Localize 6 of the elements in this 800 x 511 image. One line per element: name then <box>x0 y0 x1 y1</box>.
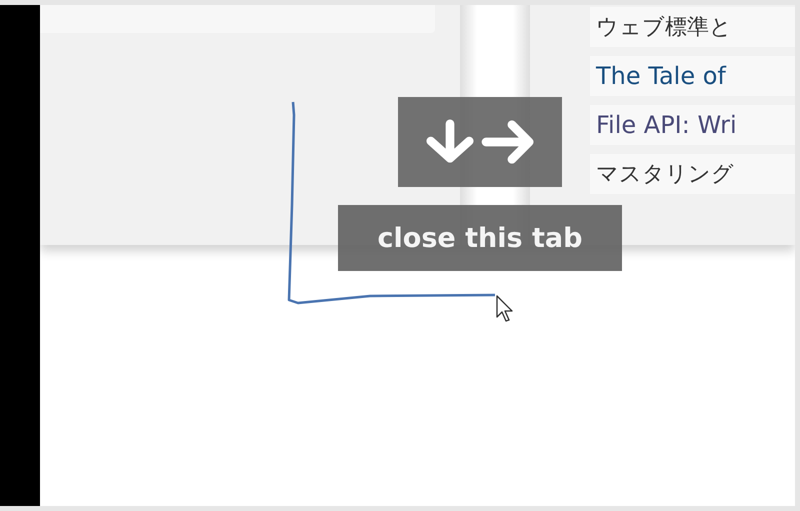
gesture-label: close this tab <box>338 205 622 271</box>
book-link[interactable]: The Tale of <box>590 56 795 96</box>
mouse-cursor-icon <box>496 295 514 323</box>
book-link[interactable]: File API: Wri <box>590 105 795 145</box>
book-title: ウェブ標準と <box>590 7 795 47</box>
book-title: マスタリング <box>590 154 795 194</box>
